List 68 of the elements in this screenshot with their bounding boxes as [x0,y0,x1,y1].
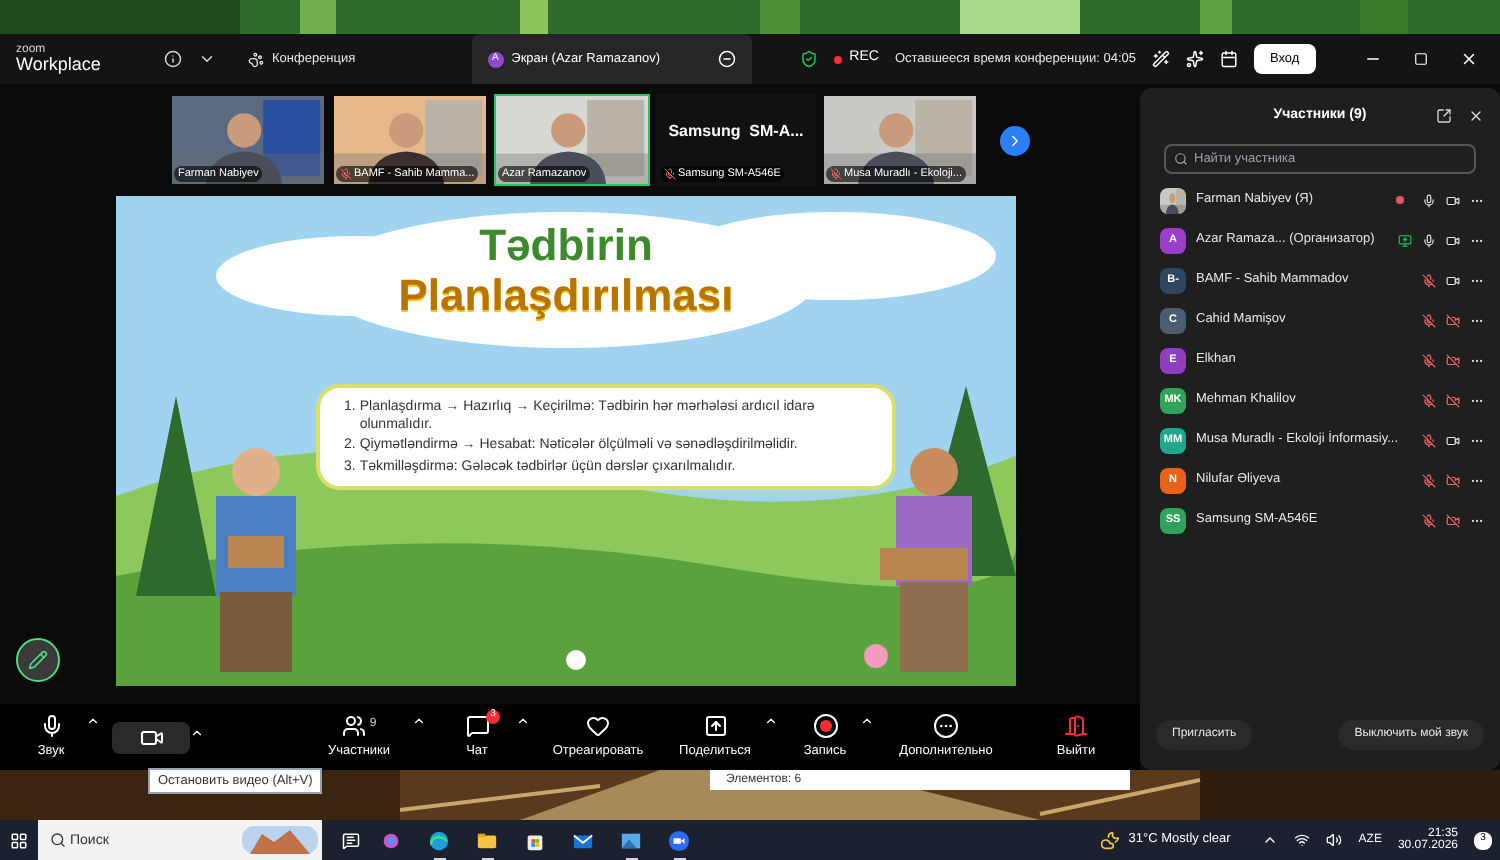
close-icon[interactable] [1459,50,1478,68]
video-camera-icon[interactable] [1446,233,1460,247]
caret-icon[interactable] [86,713,100,728]
video-button[interactable] [112,721,190,753]
exit-door-icon [1064,713,1088,738]
pencil-icon [28,650,48,670]
slide-title: Planlaşdırılması [398,268,734,323]
more-icon [934,713,958,738]
chevron-right-icon [1006,131,1024,149]
swirl-icon[interactable] [380,829,402,851]
sparkles-icon[interactable] [1185,50,1204,68]
video-camera-icon[interactable] [668,829,690,851]
browser-icon[interactable] [428,829,450,851]
caret-icon[interactable] [516,713,530,728]
next-button[interactable] [1000,125,1030,155]
popout-icon[interactable] [1436,108,1452,124]
image-icon[interactable] [620,829,642,851]
calendar-icon[interactable] [1219,50,1238,68]
video-off-icon[interactable] [1446,473,1460,487]
video-off-icon[interactable] [1446,313,1460,327]
mic-icon[interactable] [1422,193,1436,207]
close-icon[interactable] [1468,108,1484,124]
muted-mic-icon[interactable] [1422,313,1436,327]
muted-mic-icon[interactable] [1422,513,1436,527]
paw-icon [248,51,264,67]
search-icon [1174,152,1188,166]
heart-icon [586,713,610,738]
muted-mic-icon[interactable] [1422,393,1436,407]
video-camera-icon[interactable] [1446,193,1460,207]
task-view-icon[interactable] [342,831,360,849]
video-off-icon[interactable] [1446,513,1460,527]
tile-title: Samsung SM-A... [668,120,804,144]
caret-icon[interactable] [190,725,204,739]
caret-icon[interactable] [412,713,426,728]
search-icon [50,832,66,848]
muted-mic-icon[interactable] [1422,473,1436,487]
muted-mic-icon[interactable] [1422,433,1436,447]
muted-mic-icon[interactable] [1422,353,1436,367]
caret-icon[interactable] [764,713,778,728]
weather-icon [1100,830,1121,850]
slide-title: Tədbirin [479,224,653,268]
caret-icon[interactable] [1262,832,1279,848]
video-off-icon[interactable] [1446,393,1460,407]
share-icon [703,713,727,738]
muted-mic-icon[interactable] [1422,273,1436,287]
mic-icon[interactable] [1422,233,1436,247]
minus-icon[interactable] [717,50,736,68]
shield-icon [799,50,818,68]
chat-icon [465,713,489,738]
app-name: Workplace [16,56,103,74]
folder-icon[interactable] [476,829,498,851]
mail-icon[interactable] [572,829,594,851]
speaker-icon[interactable] [1326,832,1343,848]
annotate-button[interactable] [16,638,60,682]
mic-icon [39,713,63,738]
start-icon[interactable] [10,831,28,849]
people-icon [341,713,366,738]
wand-icon[interactable] [1151,50,1170,68]
wifi-icon[interactable] [1294,832,1311,848]
chevron-icon[interactable] [198,50,216,68]
video-camera-icon[interactable] [1446,433,1460,447]
info-icon[interactable] [164,50,182,68]
video-camera-icon[interactable] [1446,273,1460,287]
caret-icon[interactable] [860,713,874,728]
maximize-icon[interactable] [1413,52,1428,66]
video-off-icon[interactable] [1446,353,1460,367]
record-icon [813,713,837,738]
video-camera-icon [139,725,163,749]
